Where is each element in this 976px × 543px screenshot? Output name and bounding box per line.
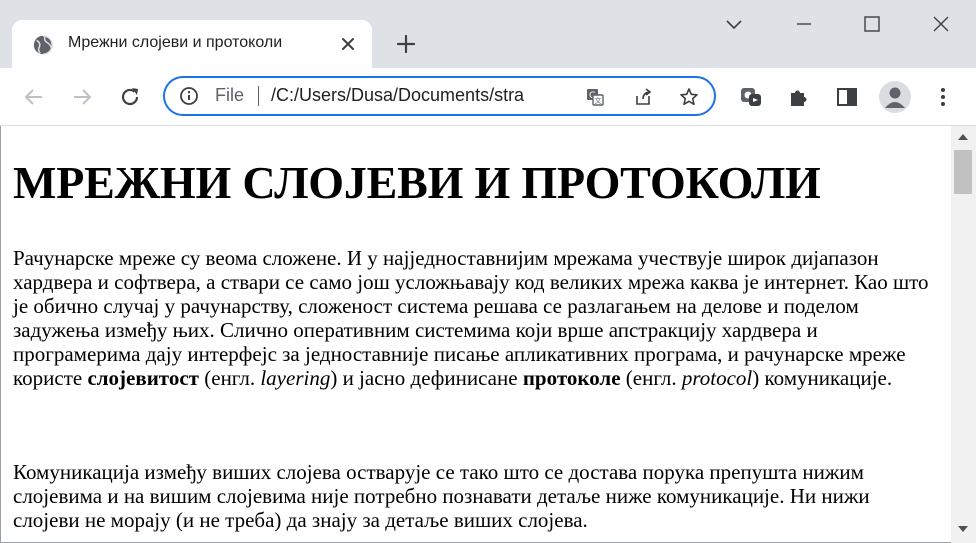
side-panel-icon[interactable] <box>835 85 859 109</box>
term-layering: слојевитост <box>87 366 199 390</box>
svg-text:文: 文 <box>595 96 602 105</box>
translate-icon[interactable]: G 文 <box>585 87 605 107</box>
paragraph-1: Рачунарске мреже су веома сложене. И у н… <box>13 246 938 390</box>
plus-icon[interactable] <box>394 32 418 56</box>
star-icon[interactable] <box>679 87 699 107</box>
vertical-scrollbar[interactable] <box>951 126 976 543</box>
page-heading: МРЕЖНИ СЛОЈЕВИ И ПРОТОКОЛИ <box>13 157 821 208</box>
scroll-up-arrow-icon[interactable] <box>958 134 968 140</box>
forward-arrow-icon[interactable] <box>70 85 94 109</box>
reload-icon[interactable] <box>118 85 142 109</box>
kebab-menu-icon[interactable] <box>931 85 955 109</box>
info-icon[interactable] <box>179 86 199 106</box>
tab-strip: Мрежни слојеви и протоколи <box>0 0 976 68</box>
paragraph-1-text-c: ) и јасно дефинисане <box>330 366 523 390</box>
scrollbar-thumb[interactable] <box>954 150 972 194</box>
english-term-protocol: protocol <box>681 366 753 390</box>
maximize-icon[interactable] <box>860 12 884 36</box>
globe-icon <box>33 35 53 55</box>
tab-search-chevron-icon[interactable] <box>722 12 746 36</box>
english-term-layering: layering <box>260 366 331 390</box>
extension-app-icon[interactable] <box>739 85 763 109</box>
address-bar[interactable]: File /C:/Users/Dusa/Documents/stra G 文 <box>163 76 716 116</box>
back-arrow-icon[interactable] <box>22 85 46 109</box>
address-divider <box>258 86 259 106</box>
active-tab[interactable]: Мрежни слојеви и протоколи <box>12 20 372 68</box>
paragraph-2: Комуникација између виших слојева оствар… <box>13 460 870 532</box>
scheme-label: File <box>215 85 245 105</box>
paragraph-1-text-b: (енгл. <box>199 366 261 390</box>
page-content: МРЕЖНИ СЛОЈЕВИ И ПРОТОКОЛИ Рачунарске мр… <box>0 126 951 543</box>
browser-toolbar: File /C:/Users/Dusa/Documents/stra G 文 <box>0 68 976 126</box>
puzzle-icon[interactable] <box>787 85 811 109</box>
url-text[interactable]: /C:/Users/Dusa/Documents/stra <box>271 85 571 106</box>
scroll-down-arrow-icon[interactable] <box>958 526 968 532</box>
share-icon[interactable] <box>633 87 653 107</box>
profile-avatar-icon[interactable] <box>879 81 911 113</box>
paragraph-1-text-d: (енгл. <box>620 366 682 390</box>
minimize-icon[interactable] <box>792 12 816 36</box>
close-icon[interactable] <box>338 34 358 54</box>
window-close-icon[interactable] <box>929 12 953 36</box>
tab-title: Мрежни слојеви и протоколи <box>68 34 283 51</box>
term-protocols: протоколе <box>522 366 621 390</box>
paragraph-1-text-e: ) комуникације. <box>752 366 893 390</box>
